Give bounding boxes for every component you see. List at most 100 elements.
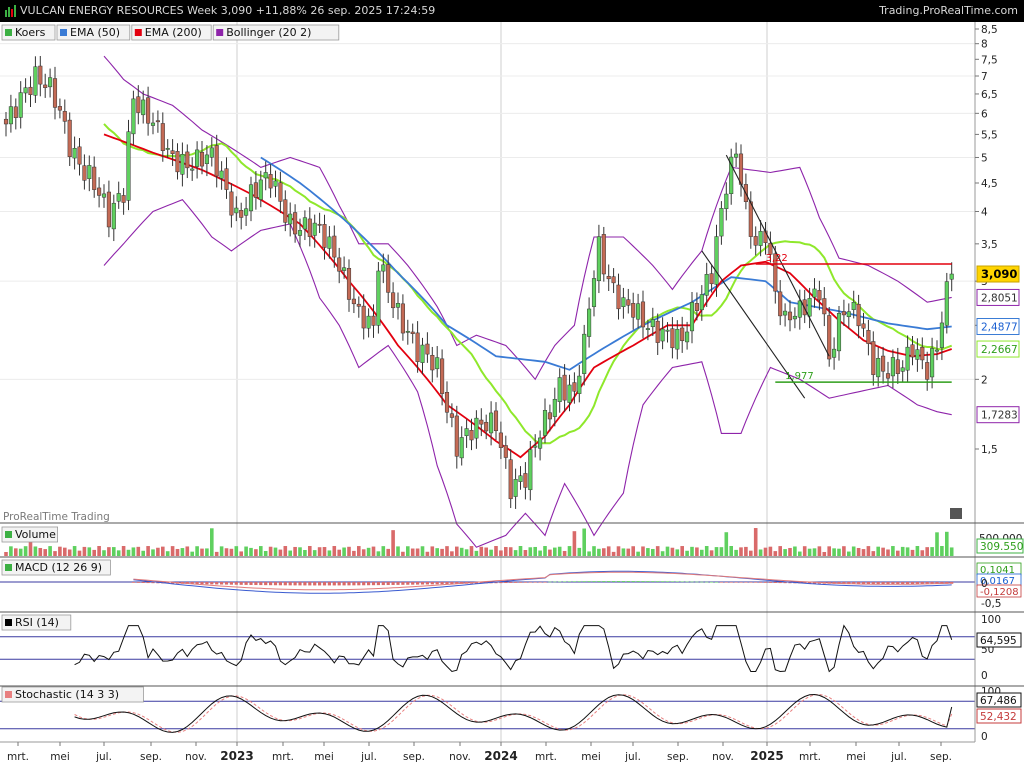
candle[interactable] xyxy=(611,268,616,294)
candle[interactable] xyxy=(827,307,832,367)
candle[interactable] xyxy=(302,210,307,241)
candle[interactable] xyxy=(18,81,23,129)
candle[interactable] xyxy=(376,262,381,334)
candle[interactable] xyxy=(753,226,758,256)
candle[interactable] xyxy=(278,171,283,214)
candle[interactable] xyxy=(268,164,273,198)
candle[interactable] xyxy=(621,287,626,319)
candle[interactable] xyxy=(640,290,646,339)
candle[interactable] xyxy=(190,157,195,181)
candle[interactable] xyxy=(146,86,151,136)
candle[interactable] xyxy=(175,143,180,180)
candle[interactable] xyxy=(273,170,278,198)
candle[interactable] xyxy=(719,201,724,245)
legend-item[interactable]: Koers xyxy=(1,24,56,41)
candle[interactable] xyxy=(239,202,244,230)
candle[interactable] xyxy=(513,468,518,509)
legend-item[interactable]: EMA (200) xyxy=(131,24,212,41)
candle[interactable] xyxy=(474,410,479,449)
candle[interactable] xyxy=(312,214,317,248)
candle[interactable] xyxy=(219,161,224,190)
candle[interactable] xyxy=(871,331,876,386)
candle[interactable] xyxy=(395,292,401,320)
candle[interactable] xyxy=(582,324,587,386)
candle[interactable] xyxy=(126,119,131,211)
candle[interactable] xyxy=(944,272,949,334)
candle[interactable] xyxy=(626,288,631,314)
candle[interactable] xyxy=(420,337,425,375)
candle[interactable] xyxy=(97,177,102,208)
candle[interactable] xyxy=(866,319,871,356)
candle[interactable] xyxy=(160,112,165,162)
candle[interactable] xyxy=(33,56,38,103)
candle[interactable] xyxy=(425,332,430,363)
macd-panel[interactable]: MACD (12 26 9) 0,10410,0167-0,12080-0,5 xyxy=(0,559,1022,610)
candle[interactable] xyxy=(430,346,435,383)
candle[interactable] xyxy=(400,294,405,341)
candle[interactable] xyxy=(3,112,9,137)
candle[interactable] xyxy=(131,90,136,145)
candle[interactable] xyxy=(832,337,837,370)
candle[interactable] xyxy=(435,346,440,378)
chart-area[interactable]: 3,22 1,977 Volume500.000309.550 MACD (12 … xyxy=(0,22,1024,768)
candle[interactable] xyxy=(224,157,229,199)
volume-panel[interactable]: Volume500.000309.550 xyxy=(1,526,1024,556)
candlesticks[interactable] xyxy=(3,55,954,509)
candle[interactable] xyxy=(77,137,82,176)
candle[interactable] xyxy=(783,303,788,327)
candle[interactable] xyxy=(28,76,33,108)
candle[interactable] xyxy=(43,73,48,98)
candle[interactable] xyxy=(616,273,621,320)
candle[interactable] xyxy=(253,171,258,210)
candle[interactable] xyxy=(307,207,312,247)
candle[interactable] xyxy=(856,294,861,339)
legend-item[interactable]: Bollinger (20 2) xyxy=(212,24,340,41)
candle[interactable] xyxy=(934,340,940,361)
stochastic-panel[interactable]: Stochastic (14 3 3)10050067,48652,432 xyxy=(0,686,1022,743)
candle[interactable] xyxy=(846,303,851,329)
candle[interactable] xyxy=(479,408,484,437)
candle[interactable] xyxy=(356,296,361,318)
candle[interactable] xyxy=(601,226,606,282)
candle[interactable] xyxy=(244,196,249,226)
candle[interactable] xyxy=(591,270,597,317)
candle[interactable] xyxy=(493,402,499,440)
candle[interactable] xyxy=(57,98,62,119)
candle[interactable] xyxy=(48,68,53,98)
candle[interactable] xyxy=(234,196,239,222)
candle[interactable] xyxy=(606,264,611,292)
candle[interactable] xyxy=(150,112,156,135)
candle[interactable] xyxy=(523,462,528,500)
candle[interactable] xyxy=(337,247,342,284)
candle[interactable] xyxy=(631,292,636,330)
candle[interactable] xyxy=(876,347,881,387)
candle[interactable] xyxy=(229,183,234,228)
candle[interactable] xyxy=(660,317,665,350)
candle[interactable] xyxy=(8,94,13,133)
candle[interactable] xyxy=(778,280,783,326)
candle[interactable] xyxy=(729,148,734,205)
candle[interactable] xyxy=(180,142,185,187)
candle[interactable] xyxy=(920,337,925,370)
candle[interactable] xyxy=(841,299,846,326)
candle[interactable] xyxy=(23,78,28,103)
candle[interactable] xyxy=(562,364,567,412)
candle[interactable] xyxy=(587,297,592,348)
candle[interactable] xyxy=(82,154,87,190)
legend-item[interactable]: EMA (50) xyxy=(56,24,131,41)
candle[interactable] xyxy=(900,360,905,383)
candle[interactable] xyxy=(111,194,116,242)
candle[interactable] xyxy=(822,287,827,327)
candle[interactable] xyxy=(464,419,469,448)
candle[interactable] xyxy=(288,202,293,237)
candle[interactable] xyxy=(38,55,43,97)
candle[interactable] xyxy=(518,466,523,490)
rsi-panel[interactable]: RSI (14) 10050064,595 xyxy=(0,614,1022,682)
candle[interactable] xyxy=(949,262,954,292)
candle[interactable] xyxy=(366,308,371,338)
candle[interactable] xyxy=(836,306,842,361)
candle[interactable] xyxy=(680,316,685,353)
candle[interactable] xyxy=(498,421,503,460)
candle[interactable] xyxy=(817,280,822,311)
candle[interactable] xyxy=(170,139,175,167)
